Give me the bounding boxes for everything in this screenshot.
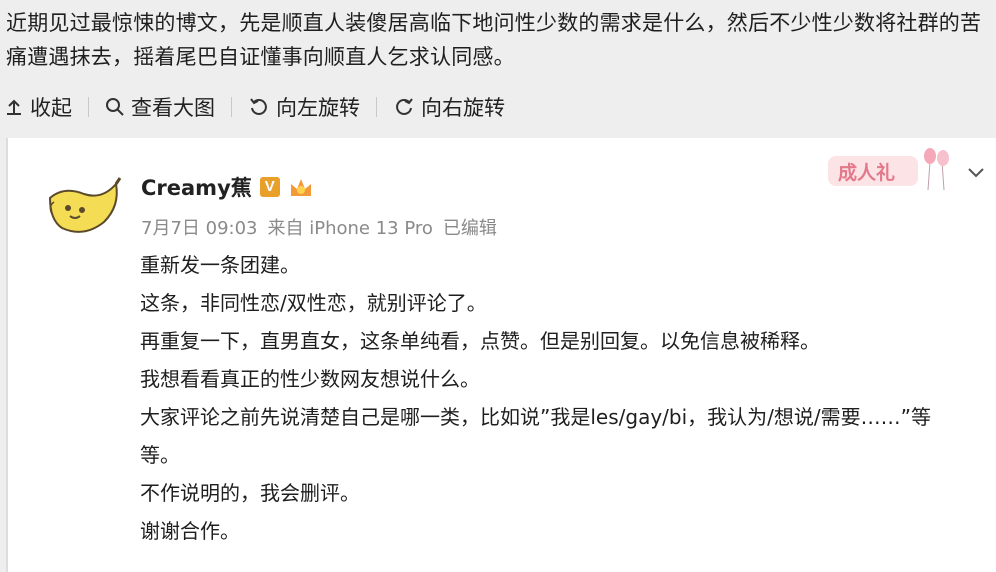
post-author: Creamy蕉 V <box>141 172 314 202</box>
chevron-down-icon[interactable] <box>964 160 988 184</box>
view-large-button[interactable]: 查看大图 <box>105 92 215 122</box>
post-line: 再重复一下，直男直女，这条单纯看，点赞。但是别回复。以免信息被稀释。 <box>140 329 820 353</box>
edited-tag: 已编辑 <box>442 218 497 239</box>
rotate-right-button[interactable]: 向右旋转 <box>393 92 505 122</box>
post-line: 重新发一条团建。 <box>140 253 300 277</box>
toolbar-divider <box>88 97 89 117</box>
collapse-icon <box>7 99 21 115</box>
search-icon <box>106 98 124 116</box>
rank-badge-icon <box>290 179 311 196</box>
coming-of-age-sticker: 成人礼 <box>828 148 949 191</box>
post-meta: 7月7日 09:03 来自 iPhone 13 Pro 已编辑 <box>141 214 497 240</box>
avatar[interactable] <box>44 176 124 240</box>
post-content: 重新发一条团建。 这条，非同性恋/双性恋，就别评论了。 再重复一下，直男直女，这… <box>140 246 960 550</box>
rotate-right-icon <box>396 98 413 115</box>
post-line: 我想看看真正的性少数网友想说什么。 <box>140 367 480 391</box>
post-time[interactable]: 7月7日 09:03 <box>141 214 258 240</box>
view-large-label: 查看大图 <box>131 96 215 120</box>
post-source: 来自 iPhone 13 Pro <box>267 218 433 239</box>
toolbar-divider <box>231 97 232 117</box>
intro-text: 近期见过最惊悚的博文，先是顺直人装傻居高临下地问性少数的需求是什么，然后不少性少… <box>6 11 982 69</box>
rotate-left-icon <box>250 98 267 115</box>
post-line: 大家评论之前先说清楚自己是哪一类，比如说”我是les/gay/bi，我认为/想说… <box>140 405 931 467</box>
post-line: 不作说明的，我会删评。 <box>140 481 360 505</box>
rotate-left-label: 向左旋转 <box>276 96 360 120</box>
username[interactable]: Creamy蕉 <box>141 172 252 202</box>
image-toolbar: 收起 查看大图 向左旋转 向右旋转 <box>4 90 505 124</box>
collapse-label: 收起 <box>30 96 72 120</box>
post-line: 谢谢合作。 <box>140 519 240 543</box>
collapse-button[interactable]: 收起 <box>4 92 72 122</box>
sticker-text: 成人礼 <box>838 161 895 184</box>
rotate-right-label: 向右旋转 <box>421 96 505 120</box>
verified-badge: V <box>259 177 280 197</box>
rotate-left-button[interactable]: 向左旋转 <box>248 92 360 122</box>
post-line: 这条，非同性恋/双性恋，就别评论了。 <box>140 291 487 315</box>
toolbar-divider <box>376 97 377 117</box>
embedded-post-image: Creamy蕉 V 7月7日 09:03 来自 iPhone 13 Pro 已编… <box>6 138 996 572</box>
